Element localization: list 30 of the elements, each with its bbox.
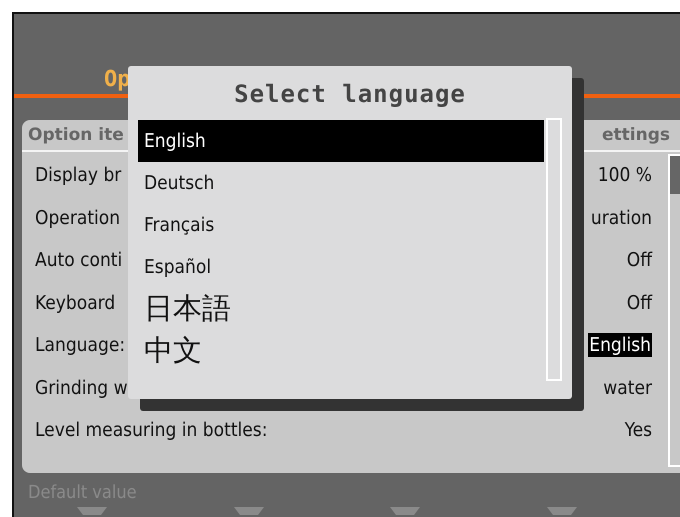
language-option[interactable]: 中文 xyxy=(138,330,544,372)
language-option[interactable]: Español xyxy=(138,246,544,288)
option-label: Operation xyxy=(35,206,120,229)
language-option[interactable]: English xyxy=(138,120,544,162)
scrollbar[interactable] xyxy=(546,118,562,381)
option-label: Level measuring in bottles: xyxy=(35,419,268,442)
dialog-title: Select language xyxy=(233,79,467,110)
option-label: Grinding w xyxy=(35,376,128,399)
column-header: ettings xyxy=(602,125,670,145)
language-option[interactable]: Deutsch xyxy=(138,162,544,204)
column-header: Option ite xyxy=(28,125,124,145)
softkey-marker-icon xyxy=(234,507,264,515)
option-value[interactable]: Off xyxy=(626,249,652,272)
option-label: Display br xyxy=(35,164,122,186)
option-value[interactable]: uration xyxy=(590,206,652,229)
option-value[interactable]: water xyxy=(603,376,652,399)
option-value[interactable]: Yes xyxy=(624,419,652,442)
language-option[interactable]: 日本語 xyxy=(138,288,544,330)
softkey-marker-icon xyxy=(77,507,108,515)
scrollbar-thumb[interactable] xyxy=(670,156,680,194)
option-value[interactable]: English xyxy=(588,333,652,358)
language-option[interactable]: Français xyxy=(138,204,544,246)
option-value[interactable]: Off xyxy=(626,292,652,314)
softkey-marker-icon xyxy=(546,507,577,515)
option-label: Auto conti xyxy=(35,249,122,272)
option-value[interactable]: 100 % xyxy=(598,164,652,186)
option-label: Language: xyxy=(35,334,126,356)
softkey-marker-icon xyxy=(390,507,420,515)
option-label: Keyboard xyxy=(35,292,116,314)
scrollbar[interactable] xyxy=(668,154,680,467)
